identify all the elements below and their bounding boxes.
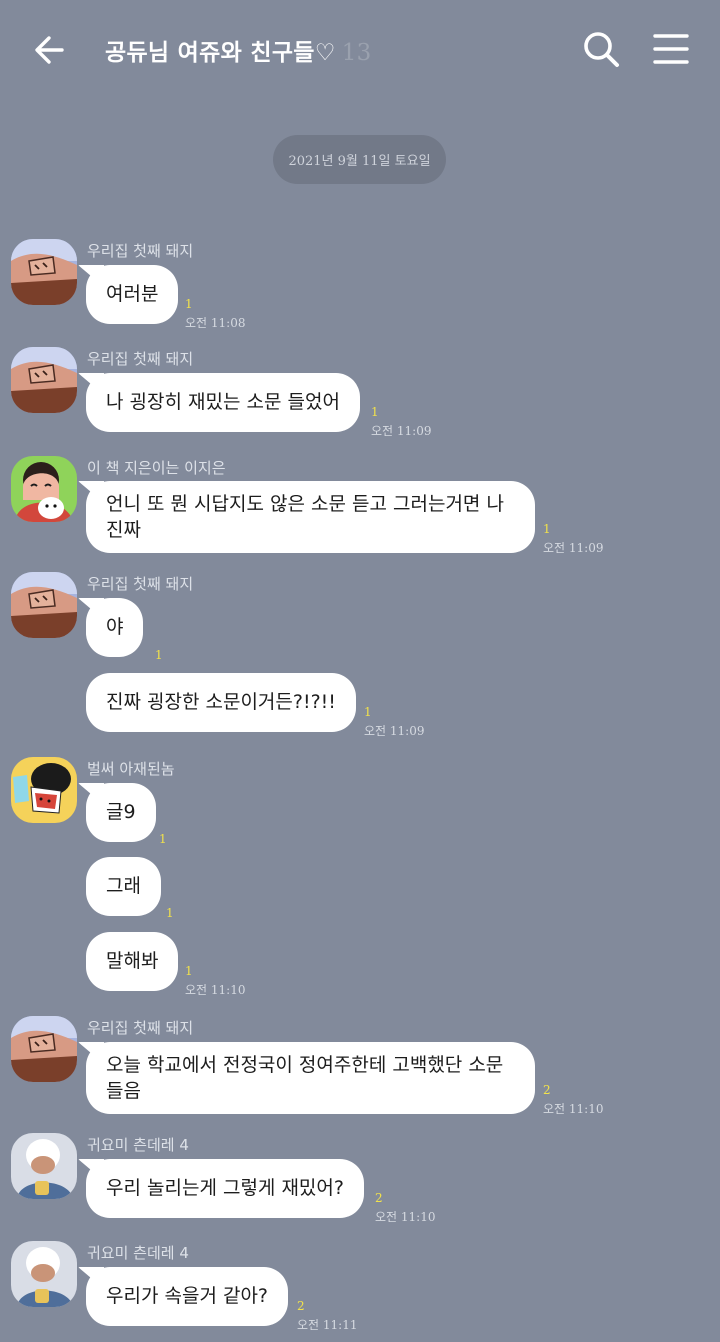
chat-header: 공듀님 여쥬와 친구들♡ 13 <box>0 0 720 100</box>
hamburger-menu-icon <box>653 34 689 64</box>
message-bubble[interactable]: 나 굉장히 재밌는 소문 들었어 <box>86 373 360 432</box>
chat-room-title: 공듀님 여쥬와 친구들♡ 13 <box>105 33 372 67</box>
message-text: 말해봐 <box>106 950 159 972</box>
message-bubble[interactable]: 언니 또 뭔 시답지도 않은 소문 듣고 그러는거면 나 진짜 <box>86 481 535 553</box>
search-icon <box>584 32 619 67</box>
profile-photo-icon <box>11 347 77 413</box>
message-text: 야 <box>106 616 124 638</box>
message-bubble[interactable]: 오늘 학교에서 전정국이 정여주한테 고백했단 소문 들음 <box>86 1042 535 1114</box>
profile-photo-icon <box>11 456 77 522</box>
avatar[interactable] <box>11 572 77 638</box>
arrow-left-icon <box>35 36 64 64</box>
search-button[interactable] <box>580 28 622 70</box>
profile-photo-icon <box>11 572 77 638</box>
message-text: 여러분 <box>106 283 159 305</box>
avatar[interactable] <box>11 757 77 823</box>
sender-name: 우리집 첫째 돼지 <box>87 575 194 593</box>
avatar[interactable] <box>11 347 77 413</box>
unread-count: 1 <box>185 297 193 311</box>
message-time: 오전 11:10 <box>543 1102 604 1116</box>
message-time: 오전 11:09 <box>371 424 432 438</box>
unread-count: 2 <box>543 1083 551 1097</box>
profile-photo-icon <box>11 1241 77 1307</box>
profile-photo-icon <box>11 1016 77 1082</box>
unread-count: 2 <box>375 1191 383 1205</box>
message-text: 나 굉장히 재밌는 소문 들었어 <box>106 391 340 413</box>
unread-count: 2 <box>297 1299 305 1313</box>
sender-name: 우리집 첫째 돼지 <box>87 350 194 368</box>
message-bubble[interactable]: 우리가 속을거 같아? <box>86 1267 289 1326</box>
avatar[interactable] <box>11 1241 77 1307</box>
avatar[interactable] <box>11 1133 77 1199</box>
unread-count: 1 <box>159 832 167 846</box>
unread-count: 1 <box>166 906 174 920</box>
avatar[interactable] <box>11 239 77 305</box>
profile-photo-icon <box>11 757 77 823</box>
message-bubble[interactable]: 말해봐 <box>86 932 179 991</box>
unread-count: 1 <box>543 522 551 536</box>
back-button[interactable] <box>30 30 70 70</box>
sender-name: 이 책 지은이는 이지은 <box>87 459 226 477</box>
message-text: 우리 놀리는게 그렇게 재밌어? <box>106 1177 344 1199</box>
message-text: 글9 <box>106 801 136 823</box>
avatar[interactable] <box>11 456 77 522</box>
unread-count: 1 <box>155 648 163 662</box>
message-text: 언니 또 뭔 시답지도 않은 소문 듣고 그러는거면 나 진짜 <box>106 493 504 541</box>
menu-button[interactable] <box>652 30 690 68</box>
message-time: 오전 11:08 <box>185 316 246 330</box>
avatar[interactable] <box>11 1016 77 1082</box>
profile-photo-icon <box>11 1133 77 1199</box>
sender-name: 벌써 아재된놈 <box>87 760 175 778</box>
message-text: 그래 <box>106 875 141 897</box>
message-text: 우리가 속을거 같아? <box>106 1285 269 1307</box>
member-count: 13 <box>341 40 372 66</box>
message-bubble[interactable]: 야 <box>86 598 144 657</box>
message-time: 오전 11:09 <box>543 541 604 555</box>
message-bubble[interactable]: 진짜 굉장한 소문이거든?!?!! <box>86 673 356 732</box>
message-time: 오전 11:10 <box>185 983 246 997</box>
unread-count: 1 <box>185 964 193 978</box>
message-time: 오전 11:11 <box>297 1318 358 1332</box>
message-text: 오늘 학교에서 전정국이 정여주한테 고백했단 소문 들음 <box>106 1054 504 1102</box>
message-time: 오전 11:10 <box>375 1210 436 1224</box>
sender-name: 우리집 첫째 돼지 <box>87 242 194 260</box>
sender-name: 우리집 첫째 돼지 <box>87 1019 194 1037</box>
room-name: 공듀님 여쥬와 친구들♡ <box>105 40 336 66</box>
message-bubble[interactable]: 여러분 <box>86 265 179 324</box>
message-bubble[interactable]: 그래 <box>86 857 161 916</box>
message-text: 진짜 굉장한 소문이거든?!?!! <box>106 691 336 713</box>
message-bubble[interactable]: 글9 <box>86 783 156 842</box>
date-divider: 2021년 9월 11일 토요일 <box>273 135 446 184</box>
sender-name: 귀요미 츤데레 4 <box>87 1244 189 1262</box>
unread-count: 1 <box>364 705 372 719</box>
sender-name: 귀요미 츤데레 4 <box>87 1136 189 1154</box>
profile-photo-icon <box>11 239 77 305</box>
unread-count: 1 <box>371 405 379 419</box>
message-bubble[interactable]: 우리 놀리는게 그렇게 재밌어? <box>86 1159 364 1218</box>
message-time: 오전 11:09 <box>364 724 425 738</box>
